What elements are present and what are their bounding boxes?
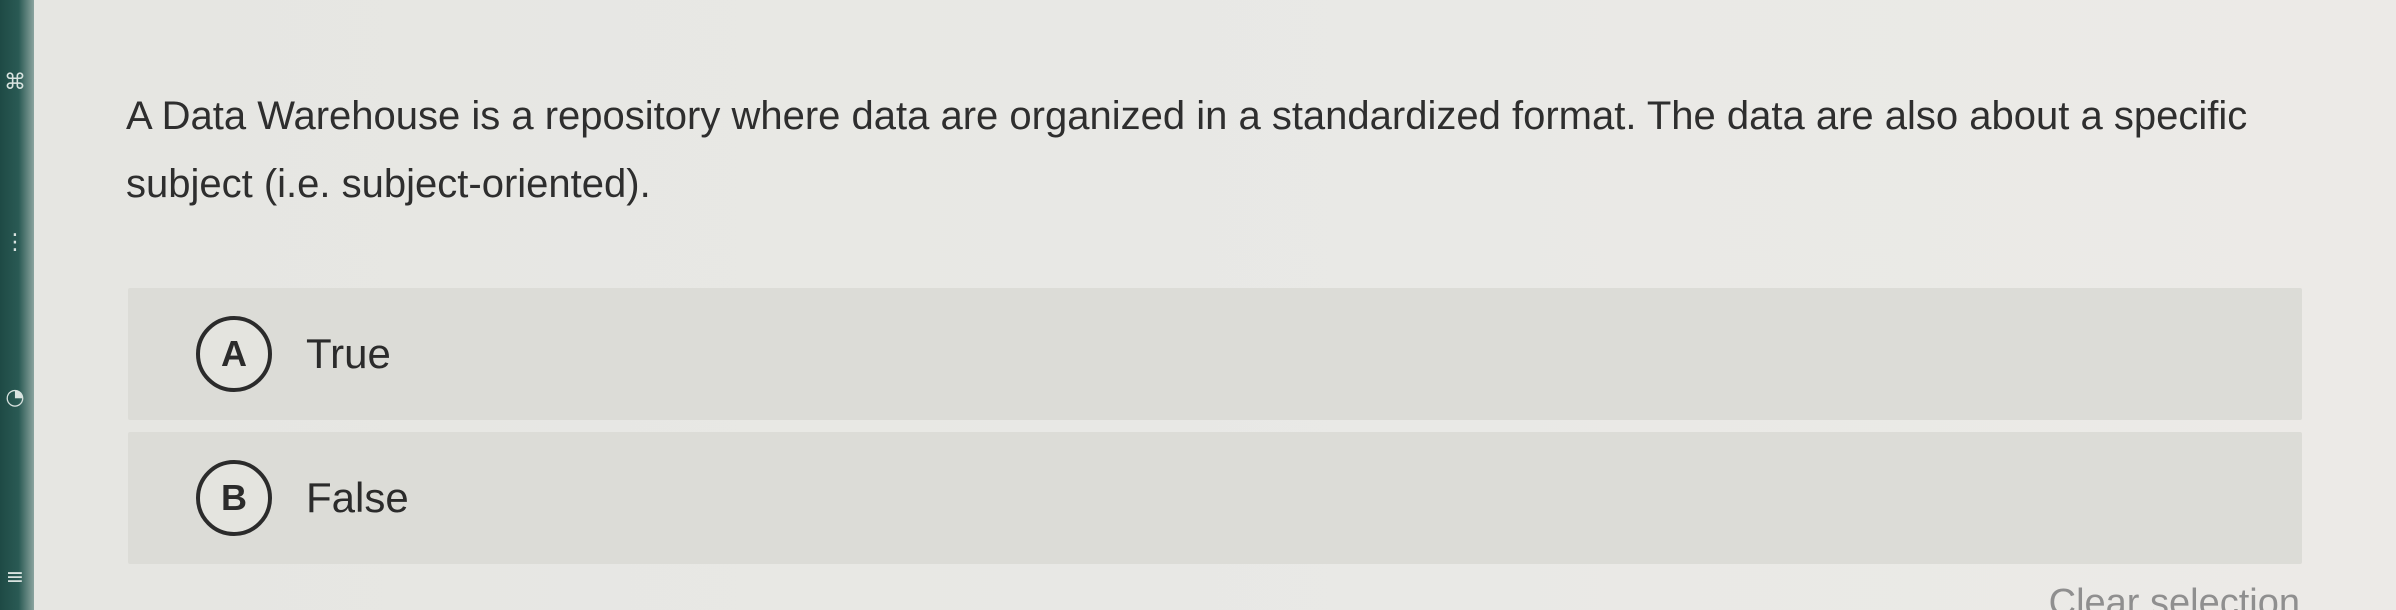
option-a[interactable]: A True <box>128 288 2302 420</box>
option-b-label[interactable]: False <box>306 474 409 522</box>
sidebar-number-icon: ◔ <box>5 385 25 410</box>
option-b[interactable]: B False <box>128 432 2302 564</box>
option-a-letter-badge[interactable]: A <box>196 316 272 392</box>
option-a-label[interactable]: True <box>306 330 391 378</box>
question-text: A Data Warehouse is a repository where d… <box>126 94 2248 206</box>
clear-selection-link[interactable]: Clear selection <box>2049 582 2300 610</box>
option-b-letter-badge[interactable]: B <box>196 460 272 536</box>
sidebar-menu-icon: ≡ <box>5 565 25 590</box>
left-sidebar-strip: ⌘ ⋮ ◔ ≡ <box>0 0 34 610</box>
question-panel: A Data Warehouse is a repository where d… <box>34 0 2396 610</box>
sidebar-grid-icon: ⋮ <box>4 230 26 255</box>
sidebar-glyph-icon: ⌘ <box>4 70 26 95</box>
